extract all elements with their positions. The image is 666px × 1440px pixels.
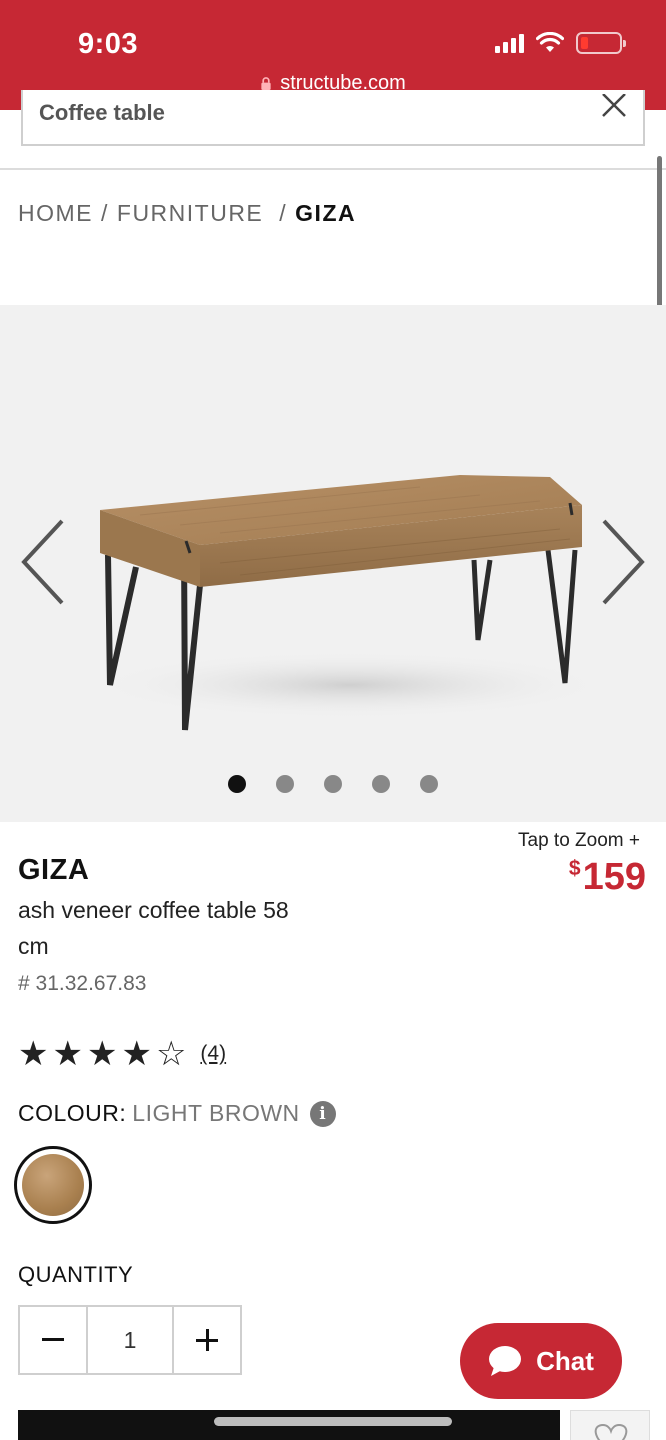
tap-to-zoom[interactable]: Tap to Zoom + <box>518 830 640 852</box>
star-filled-icon: ★ <box>121 1035 152 1073</box>
product-price: $159 <box>569 856 646 899</box>
carousel-pagination <box>0 775 666 793</box>
chat-label: Chat <box>536 1345 594 1376</box>
quantity-label: QUANTITY <box>18 1262 134 1287</box>
system-status-icons <box>495 32 626 54</box>
colour-label: COLOUR: <box>18 1100 127 1126</box>
quantity-stepper: 1 <box>18 1305 242 1375</box>
chat-bubble-icon <box>489 1346 522 1376</box>
star-filled-icon: ★ <box>52 1035 83 1073</box>
minus-icon <box>42 1338 64 1341</box>
home-indicator <box>214 1417 452 1426</box>
carousel-dot[interactable] <box>276 775 294 793</box>
decrease-quantity-button[interactable] <box>20 1307 86 1373</box>
colour-swatch-light-brown[interactable] <box>14 1146 92 1224</box>
product-image <box>90 475 610 731</box>
star-filled-icon: ★ <box>18 1035 49 1073</box>
product-image-carousel[interactable] <box>0 305 666 822</box>
header-divider <box>0 168 666 170</box>
info-icon[interactable]: i <box>309 1100 336 1127</box>
previous-image-arrow-icon[interactable] <box>18 517 68 607</box>
close-icon[interactable] <box>599 94 629 124</box>
chat-button[interactable]: Chat <box>460 1323 622 1399</box>
cellular-signal-icon <box>495 33 524 53</box>
breadcrumb-home[interactable]: HOME <box>18 200 93 227</box>
colour-value: LIGHT BROWN <box>132 1100 300 1126</box>
quantity-input[interactable]: 1 <box>86 1307 174 1373</box>
lock-icon <box>261 77 271 90</box>
product-rating[interactable]: ★ ★ ★ ★ ☆ (4) <box>18 1036 226 1072</box>
product-description: ash veneer coffee table 58 cm <box>18 897 289 959</box>
heart-icon <box>594 1423 628 1440</box>
review-count-link[interactable]: (4) <box>200 1042 226 1066</box>
battery-icon <box>576 32 626 54</box>
search-input[interactable]: Coffee table <box>39 100 165 126</box>
breadcrumb: HOME / FURNITURE / GIZA <box>18 200 356 227</box>
star-filled-icon: ★ <box>86 1035 118 1073</box>
star-empty-icon: ☆ <box>155 1035 187 1073</box>
carousel-dot[interactable] <box>324 775 342 793</box>
breadcrumb-separator: / <box>101 200 109 226</box>
breadcrumb-separator: / <box>279 200 288 226</box>
product-sku: # 31.32.67.83 <box>18 972 147 995</box>
currency-symbol: $ <box>568 857 581 880</box>
search-field[interactable]: Coffee table <box>21 90 645 146</box>
carousel-dot[interactable] <box>420 775 438 793</box>
product-name: GIZA <box>18 854 90 886</box>
carousel-dot[interactable] <box>228 775 246 793</box>
plus-icon <box>196 1329 218 1351</box>
wishlist-button[interactable] <box>570 1410 650 1440</box>
breadcrumb-current: GIZA <box>295 200 357 226</box>
carousel-dot[interactable] <box>372 775 390 793</box>
next-image-arrow-icon[interactable] <box>598 517 648 607</box>
status-time: 9:03 <box>78 28 139 60</box>
price-value: 159 <box>582 856 646 898</box>
breadcrumb-furniture[interactable]: FURNITURE <box>117 200 263 227</box>
increase-quantity-button[interactable] <box>174 1307 240 1373</box>
swatch-image <box>22 1154 84 1216</box>
colour-row: COLOUR: LIGHT BROWN i <box>18 1100 336 1127</box>
wifi-icon <box>536 32 564 52</box>
